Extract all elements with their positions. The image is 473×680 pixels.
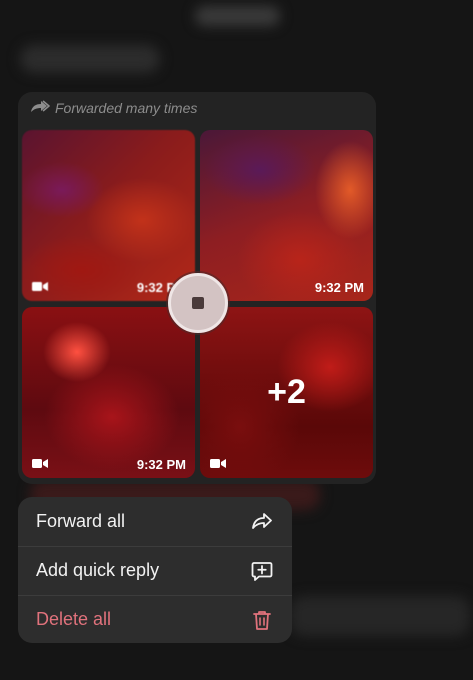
video-camera-icon: [210, 458, 226, 469]
video-thumbnail[interactable]: 9:32 PM: [22, 307, 195, 478]
forwarded-header: Forwarded many times: [30, 99, 198, 117]
forward-arrow-icon: [250, 509, 274, 533]
menu-item-label: Delete all: [36, 609, 112, 629]
forwarded-label: Forwarded many times: [55, 100, 198, 116]
background-blurred-message: [20, 45, 160, 73]
stop-playback-button[interactable]: [168, 273, 228, 333]
menu-item-label: Forward all: [36, 510, 126, 531]
video-camera-icon: [32, 281, 48, 292]
video-timestamp: 9:32 PM: [314, 280, 364, 295]
quick-reply-icon: [250, 559, 274, 583]
more-media-count: +2: [267, 373, 306, 411]
background-blurred-title: [195, 6, 280, 26]
trash-icon: [250, 608, 274, 632]
video-timestamp: 9:32 PM: [136, 457, 186, 472]
forward-double-arrow-icon: [30, 99, 50, 117]
menu-item-add-quick-reply[interactable]: Add quick reply: [18, 546, 292, 594]
video-thumbnail[interactable]: 9:32 PM: [22, 130, 195, 301]
menu-item-label: Add quick reply: [36, 560, 160, 580]
video-thumbnail[interactable]: 9:32 PM: [200, 130, 373, 301]
menu-item-forward-all[interactable]: Forward all: [18, 497, 292, 545]
video-camera-icon: [32, 458, 48, 469]
more-media-thumbnail[interactable]: +2: [200, 307, 373, 478]
background-blurred-input: [290, 596, 470, 636]
menu-item-delete-all[interactable]: Delete all: [18, 595, 292, 643]
context-menu: Forward all Add quick reply Delete all: [18, 497, 292, 643]
stop-icon: [192, 297, 204, 309]
